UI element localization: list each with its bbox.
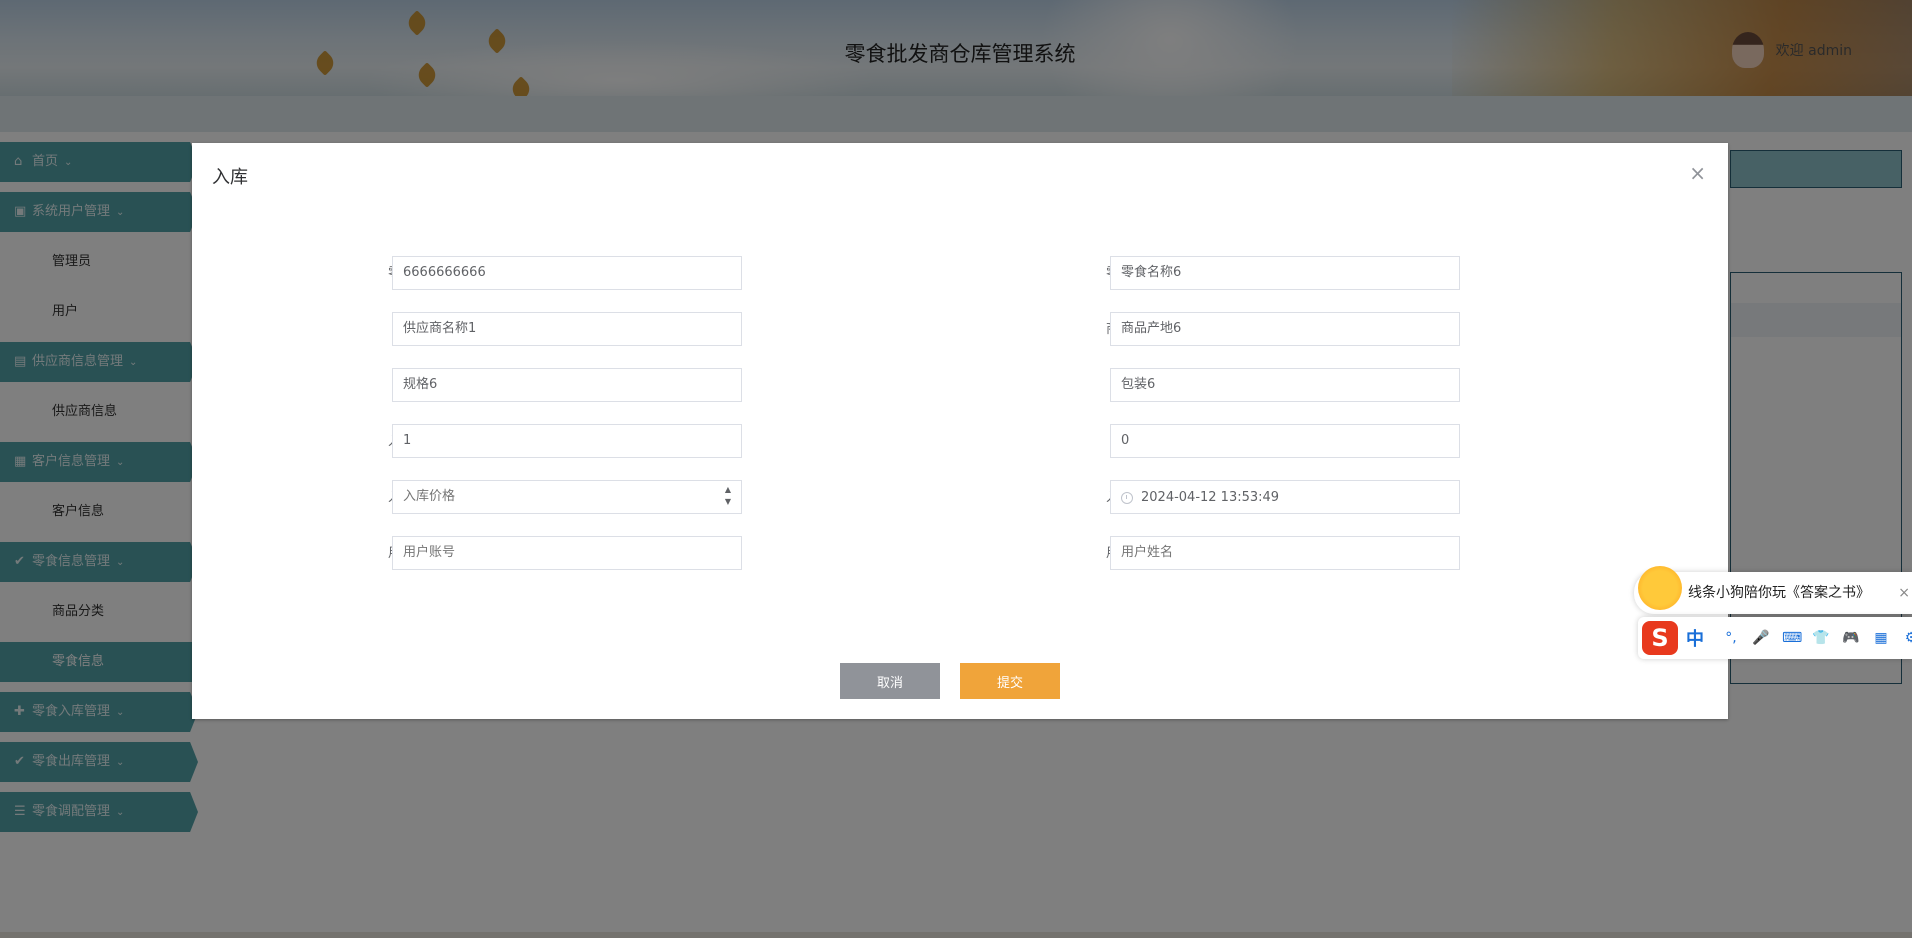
time-value: 2024-04-12 13:53:49 bbox=[1141, 490, 1280, 505]
stock-in-dialog: 入库 × 零食编号 供应商 规格 入库仓库 入库价格 ▲ ▼ 用户账号 零食名称… bbox=[192, 143, 1728, 719]
keyboard-icon[interactable]: ⌨ bbox=[1782, 629, 1802, 647]
ime-promo-banner[interactable]: 线条小狗陪你玩《答案之书》 × bbox=[1634, 566, 1912, 614]
clock-icon bbox=[1121, 491, 1133, 504]
game-icon[interactable]: 🎮 bbox=[1842, 629, 1860, 647]
ime-toolbar: S 中 °, 🎤 ⌨ 👕 🎮 ▦ ⚙ bbox=[1638, 617, 1912, 659]
number-stepper[interactable]: ▲ ▼ bbox=[722, 484, 734, 508]
punctuation-icon[interactable]: °, bbox=[1722, 629, 1740, 647]
spec-input[interactable] bbox=[392, 368, 742, 402]
warehouse-input[interactable] bbox=[392, 424, 742, 458]
settings-icon[interactable]: ⚙ bbox=[1902, 629, 1912, 647]
close-icon[interactable]: × bbox=[1689, 161, 1706, 185]
account-input[interactable] bbox=[392, 536, 742, 570]
skin-icon[interactable]: 👕 bbox=[1812, 629, 1830, 647]
submit-button[interactable]: 提交 bbox=[960, 663, 1060, 699]
supplier-input[interactable] bbox=[392, 312, 742, 346]
snack-no-input[interactable] bbox=[392, 256, 742, 290]
ime-mode-toggle[interactable]: 中 bbox=[1686, 625, 1704, 651]
package-input[interactable] bbox=[1110, 368, 1460, 402]
sogou-logo-icon[interactable]: S bbox=[1642, 621, 1678, 655]
origin-input[interactable] bbox=[1110, 312, 1460, 346]
ime-promo-text: 线条小狗陪你玩《答案之书》 bbox=[1688, 585, 1870, 601]
dialog-title: 入库 bbox=[212, 167, 248, 188]
microphone-icon[interactable]: 🎤 bbox=[1752, 629, 1770, 647]
close-icon[interactable]: × bbox=[1898, 572, 1910, 614]
price-input[interactable] bbox=[392, 480, 742, 514]
time-picker[interactable]: 2024-04-12 13:53:49 bbox=[1110, 480, 1460, 514]
cancel-button[interactable]: 取消 bbox=[840, 663, 940, 699]
username-input[interactable] bbox=[1110, 536, 1460, 570]
quantity-input[interactable] bbox=[1110, 424, 1460, 458]
chevron-up-icon[interactable]: ▲ bbox=[722, 484, 734, 496]
price-field: ▲ ▼ bbox=[392, 480, 742, 514]
sun-mascot-icon bbox=[1638, 566, 1682, 610]
snack-name-input[interactable] bbox=[1110, 256, 1460, 290]
apps-icon[interactable]: ▦ bbox=[1872, 629, 1890, 647]
chevron-down-icon[interactable]: ▼ bbox=[722, 496, 734, 508]
